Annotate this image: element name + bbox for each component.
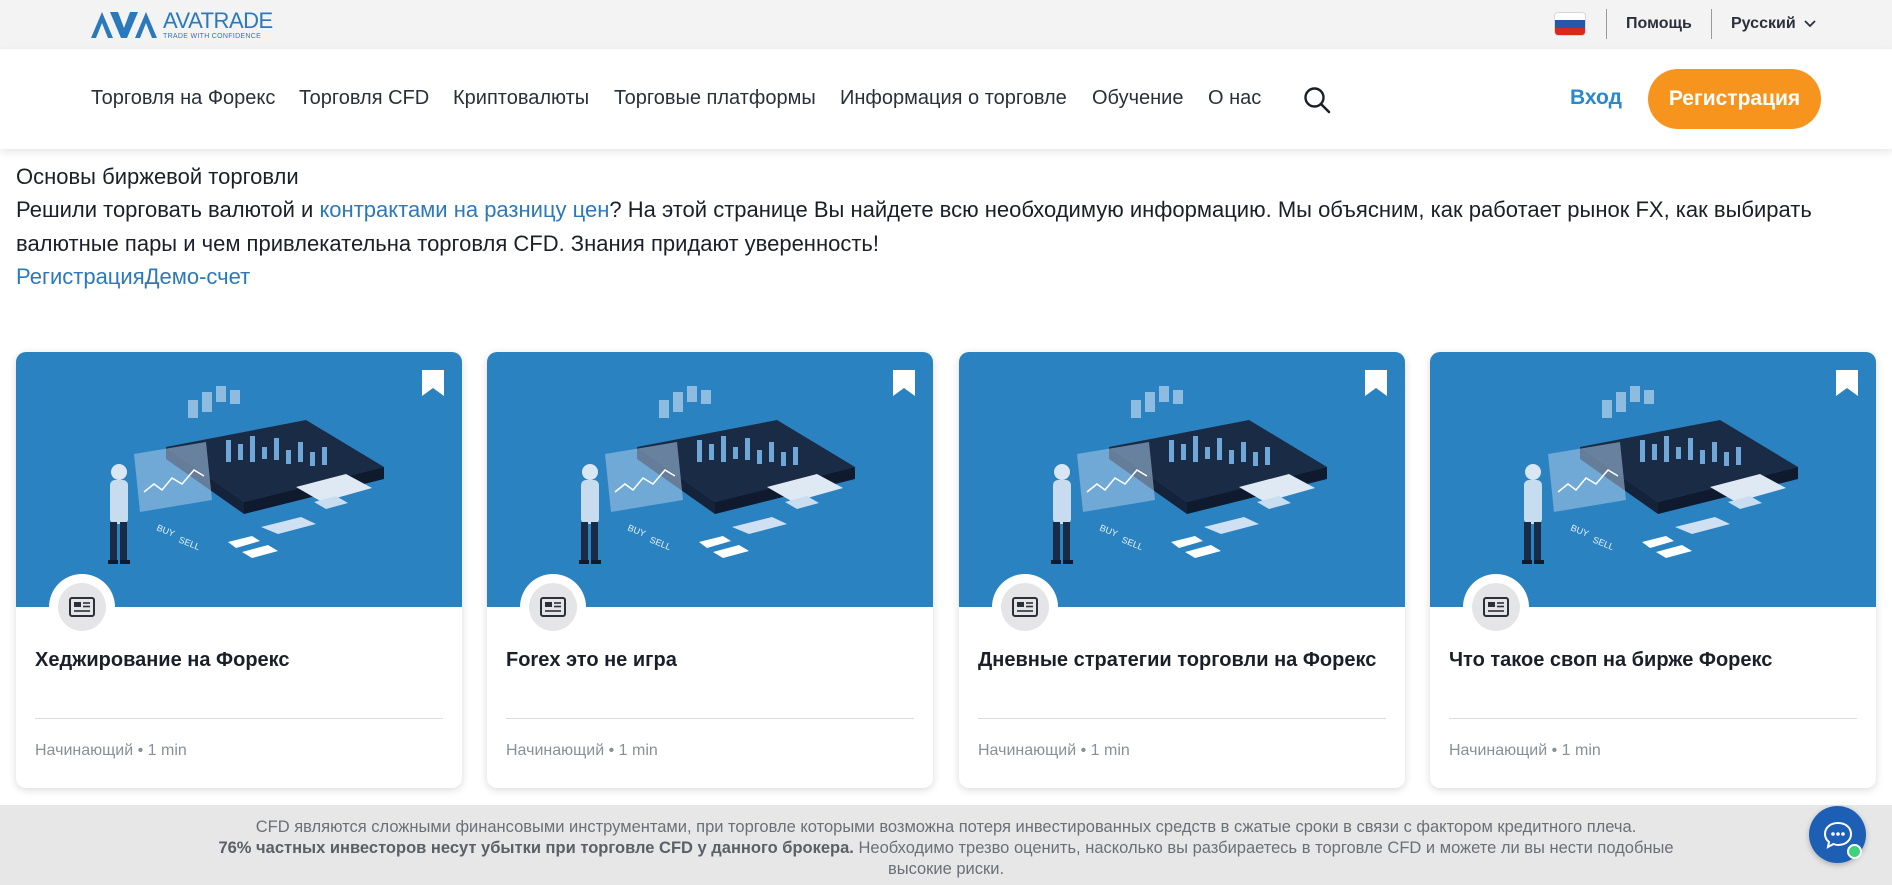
newspaper-icon — [1483, 597, 1509, 617]
divider — [1449, 718, 1857, 719]
nav-item-trading-platforms[interactable]: Торговые платформы — [614, 87, 816, 110]
article-card[interactable]: BUY SELL Дневные стратегии торговли на Ф… — [959, 352, 1405, 788]
divider — [1606, 9, 1607, 39]
login-link[interactable]: Вход — [1570, 86, 1622, 110]
meta-separator: • — [133, 742, 148, 759]
register-link[interactable]: Регистрация — [16, 264, 145, 289]
nav-item-education[interactable]: Обучение — [1092, 87, 1183, 110]
intro-text: Решили торговать валютой и — [16, 197, 320, 222]
svg-text:BUY: BUY — [626, 523, 647, 539]
meta-separator: • — [604, 742, 619, 759]
nav-item-trading-info[interactable]: Информация о торговле — [840, 87, 1067, 110]
disclaimer-line: CFD являются сложными финансовыми инстру… — [255, 818, 1637, 836]
article-meta: Начинающий • 1 min — [506, 742, 658, 760]
article-title[interactable]: Что такое своп на бирже Форекс — [1449, 646, 1859, 674]
article-type-badge — [1472, 583, 1520, 631]
disclaimer-bold: 76% частных инвесторов несут убытки при … — [218, 839, 854, 857]
meta-separator: • — [1547, 742, 1562, 759]
level-label: Начинающий — [978, 742, 1077, 759]
risk-disclaimer: CFD являются сложными финансовыми инстру… — [0, 805, 1892, 885]
cfd-contracts-link[interactable]: контрактами на разницу цен — [319, 197, 609, 222]
divider — [1711, 9, 1712, 39]
article-card[interactable]: BUY SELL Хеджирование на Форекс Начинающ — [16, 352, 462, 788]
svg-text:BUY: BUY — [155, 523, 176, 539]
bookmark-icon[interactable] — [422, 370, 444, 396]
level-label: Начинающий — [506, 742, 605, 759]
language-selector[interactable]: Русский — [1731, 15, 1816, 33]
newspaper-icon — [69, 597, 95, 617]
help-link[interactable]: Помощь — [1626, 15, 1692, 33]
nav-item-forex-trading[interactable]: Торговля на Форекс — [91, 87, 275, 110]
bookmark-icon[interactable] — [893, 370, 915, 396]
intro-paragraph: Решили торговать валютой и контрактами н… — [16, 193, 1876, 261]
svg-text:SELL: SELL — [1591, 535, 1615, 553]
trading-illustration: BUY SELL — [1051, 386, 1327, 564]
svg-text:BUY: BUY — [1569, 523, 1590, 539]
duration-label: 1 min — [1090, 742, 1130, 759]
brand-tagline: TRADE WITH CONFIDENCE — [163, 33, 262, 40]
page-title: Основы биржевой торговли — [16, 164, 299, 189]
article-meta: Начинающий • 1 min — [1449, 742, 1601, 760]
disclaimer-text: CFD являются сложными финансовыми инстру… — [205, 817, 1687, 880]
chat-button[interactable] — [1809, 806, 1866, 863]
brand-name: AVATRADE — [163, 8, 273, 33]
duration-label: 1 min — [618, 742, 658, 759]
article-type-badge — [58, 583, 106, 631]
meta-separator: • — [1076, 742, 1091, 759]
svg-text:SELL: SELL — [1120, 535, 1144, 553]
main-navigation: Торговля на Форекс Торговля CFD Криптова… — [0, 49, 1892, 149]
svg-text:SELL: SELL — [648, 535, 672, 553]
divider — [35, 718, 443, 719]
level-label: Начинающий — [35, 742, 134, 759]
avatrade-logo[interactable]: AVATRADE TRADE WITH CONFIDENCE — [91, 8, 273, 40]
article-image: BUY SELL — [487, 352, 933, 607]
article-image: BUY SELL — [1430, 352, 1876, 607]
newspaper-icon — [1012, 597, 1038, 617]
nav-item-cfd-trading[interactable]: Торговля CFD — [299, 87, 429, 110]
article-meta: Начинающий • 1 min — [978, 742, 1130, 760]
top-bar: AVATRADE TRADE WITH CONFIDENCE Помощь Ру… — [0, 0, 1892, 49]
online-status-dot — [1847, 844, 1862, 859]
article-image: BUY SELL — [959, 352, 1405, 607]
article-title[interactable]: Хеджирование на Форекс — [35, 646, 445, 674]
article-card[interactable]: BUY SELL Forex это не игра Начинающий • — [487, 352, 933, 788]
divider — [978, 718, 1386, 719]
article-image: BUY SELL — [16, 352, 462, 607]
nav-item-about[interactable]: О нас — [1208, 87, 1261, 110]
disclaimer-rest: Необходимо трезво оценить, насколько вы … — [853, 839, 1674, 878]
register-button[interactable]: Регистрация — [1648, 69, 1821, 129]
trading-illustration: BUY SELL — [1522, 386, 1798, 564]
search-icon[interactable] — [1303, 86, 1331, 114]
svg-text:SELL: SELL — [177, 535, 201, 553]
bookmark-icon[interactable] — [1365, 370, 1387, 396]
chat-bubble-icon — [1823, 821, 1852, 849]
svg-text:BUY: BUY — [1098, 523, 1119, 539]
trading-illustration: BUY SELL — [579, 386, 855, 564]
cta-links: РегистрацияДемо-счет — [16, 261, 1876, 293]
duration-label: 1 min — [1561, 742, 1601, 759]
article-card[interactable]: BUY SELL Что такое своп на бирже Форекс — [1430, 352, 1876, 788]
article-title[interactable]: Forex это не игра — [506, 646, 916, 674]
newspaper-icon — [540, 597, 566, 617]
article-type-badge — [1001, 583, 1049, 631]
intro-section: Основы биржевой торговли Решили торговат… — [16, 160, 1876, 293]
chevron-down-icon — [1804, 20, 1816, 28]
ava-logo-icon — [91, 12, 157, 38]
trading-illustration: BUY SELL — [108, 386, 384, 564]
article-type-badge — [529, 583, 577, 631]
duration-label: 1 min — [147, 742, 187, 759]
demo-account-link[interactable]: Демо-счет — [145, 264, 251, 289]
bookmark-icon[interactable] — [1836, 370, 1858, 396]
divider — [506, 718, 914, 719]
level-label: Начинающий — [1449, 742, 1548, 759]
russian-flag-icon[interactable] — [1555, 13, 1585, 35]
article-title[interactable]: Дневные стратегии торговли на Форекс — [978, 646, 1388, 674]
language-label: Русский — [1731, 15, 1796, 32]
article-meta: Начинающий • 1 min — [35, 742, 187, 760]
nav-item-cryptocurrencies[interactable]: Криптовалюты — [453, 87, 589, 110]
